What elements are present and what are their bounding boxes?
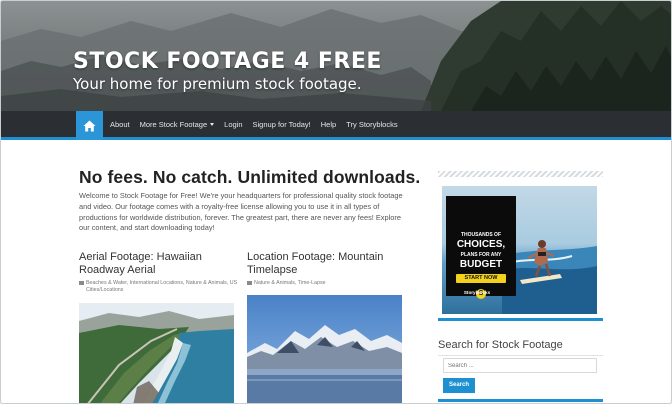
folder-icon — [247, 281, 252, 285]
post-category-links[interactable]: Beaches & Water, International Locations… — [86, 280, 239, 294]
nav-item-signup[interactable]: Signup for Today! — [253, 120, 311, 129]
nav-item-label: Try Storyblocks — [346, 119, 398, 129]
search-input[interactable] — [443, 358, 597, 373]
post-categories: Beaches & Water, International Locations… — [79, 280, 239, 294]
nav-item-label: Signup for Today! — [252, 119, 311, 129]
post-card: Location Footage: Mountain Timelapse Nat… — [247, 251, 407, 287]
search-widget-title: Search for Stock Footage — [438, 339, 563, 351]
ad-start-now-button[interactable]: START NOW — [456, 274, 506, 283]
sidebar-accent-bar — [438, 318, 603, 321]
chevron-down-icon — [210, 122, 215, 126]
nav-item-help[interactable]: Help — [321, 120, 336, 129]
post-thumbnail-mountain[interactable] — [247, 295, 402, 403]
post-title-link[interactable]: Aerial Footage: Hawaiian Roadway Aerial — [79, 251, 239, 277]
sidebar-divider — [438, 171, 603, 177]
intro-paragraph: Welcome to Stock Footage for Free! We're… — [79, 191, 403, 233]
search-title-divider — [438, 355, 603, 356]
ad-line: THOUSANDS OF — [461, 232, 501, 238]
nav-item-more-stock-footage[interactable]: More Stock Footage — [140, 120, 215, 129]
site-title[interactable]: STOCK FOOTAGE 4 FREE — [73, 49, 382, 74]
nav-menu: About More Stock Footage Login Signup fo… — [110, 111, 408, 137]
post-thumbnail-aerial[interactable] — [79, 303, 234, 403]
nav-item-login[interactable]: Login — [224, 120, 242, 129]
storyblocks-ad-banner[interactable]: THOUSANDS OF CHOICES, PLANS FOR ANY BUDG… — [442, 186, 597, 314]
ad-text-panel: THOUSANDS OF CHOICES, PLANS FOR ANY BUDG… — [446, 196, 516, 299]
ad-line: BUDGET — [459, 259, 503, 270]
hero-banner: STOCK FOOTAGE 4 FREE Your home for premi… — [1, 1, 671, 111]
folder-icon — [79, 281, 84, 285]
ad-line: PLANS FOR ANY — [460, 252, 502, 258]
nav-item-try-storyblocks[interactable]: Try Storyblocks — [346, 120, 397, 129]
nav-item-about[interactable]: About — [110, 120, 130, 129]
ad-brand-name: Storyblocks — [463, 290, 491, 295]
nav-item-label: Login — [224, 119, 243, 129]
nav-item-label: About — [110, 119, 130, 129]
ad-line: CHOICES, — [456, 239, 506, 250]
post-categories: Nature & Animals, Time-Lapse — [247, 280, 407, 287]
post-card: Aerial Footage: Hawaiian Roadway Aerial … — [79, 251, 239, 294]
home-icon — [83, 120, 96, 131]
post-title-link[interactable]: Location Footage: Mountain Timelapse — [247, 251, 407, 277]
nav-item-label: Help — [320, 119, 337, 129]
page-headline: No fees. No catch. Unlimited downloads. — [79, 167, 421, 187]
site-tagline: Your home for premium stock footage. — [73, 75, 362, 93]
mountain-lake-image — [247, 295, 402, 403]
sidebar-bottom-bar — [438, 399, 603, 402]
search-button[interactable]: Search — [443, 378, 475, 393]
post-category-links[interactable]: Nature & Animals, Time-Lapse — [254, 280, 326, 287]
main-content: No fees. No catch. Unlimited downloads. … — [79, 167, 421, 234]
aerial-coast-image — [79, 303, 234, 403]
home-button[interactable] — [76, 111, 103, 140]
nav-item-label: More Stock Footage — [139, 119, 208, 129]
page-frame: STOCK FOOTAGE 4 FREE Your home for premi… — [0, 0, 672, 404]
